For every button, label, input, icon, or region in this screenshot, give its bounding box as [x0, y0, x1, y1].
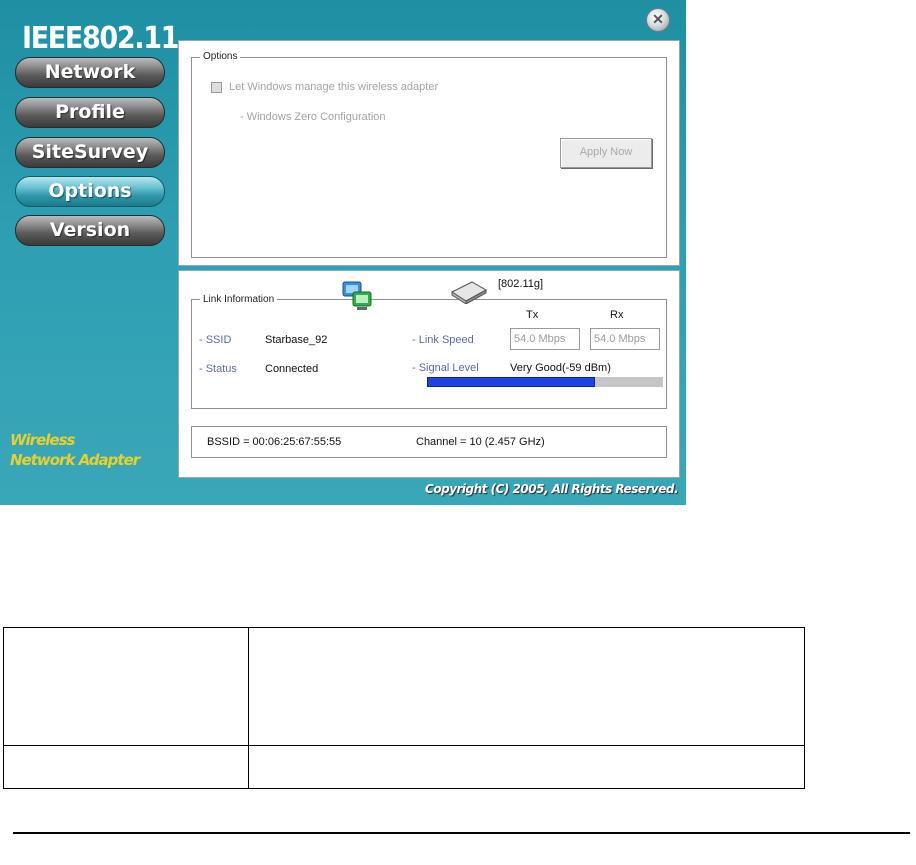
nav-network-button[interactable]: Network — [15, 57, 165, 88]
brand-subtitle-line2: Network Adapter — [10, 451, 140, 469]
network-computers-icon — [340, 278, 374, 312]
close-icon: ✕ — [652, 11, 664, 27]
table-cell — [3, 627, 249, 746]
rx-label: Rx — [610, 309, 624, 321]
copyright-text: Copyright (C) 2005, All Rights Reserved. — [425, 482, 678, 496]
bssid-bar: BSSID = 00:06:25:67:55:55 Channel = 10 (… — [191, 426, 667, 458]
options-panel: Options Let Windows manage this wireless… — [178, 40, 680, 266]
ssid-value: Starbase_92 — [265, 334, 328, 346]
table-cell — [3, 745, 249, 789]
nav-sitesurvey-button[interactable]: SiteSurvey — [15, 137, 165, 168]
ssid-label: - SSID — [199, 334, 232, 346]
wzc-label: - Windows Zero Configuration — [240, 111, 386, 123]
manage-adapter-checkbox[interactable] — [211, 82, 222, 93]
status-value: Connected — [265, 363, 319, 375]
signal-level-bar — [427, 377, 663, 387]
mode-label: [802.11g] — [498, 278, 544, 290]
nav-profile-button[interactable]: Profile — [15, 97, 165, 128]
wireless-utility-window: IEEE802.11 ✕ Network Profile SiteSurvey … — [0, 0, 686, 505]
page-rule — [13, 832, 910, 834]
signal-level-bar-fill — [427, 377, 595, 387]
wireless-adapter-icon — [450, 280, 488, 305]
signal-level-value: Very Good(-59 dBm) — [510, 362, 611, 374]
nav-options-button[interactable]: Options — [15, 176, 165, 207]
bssid-value: BSSID = 00:06:25:67:55:55 — [207, 436, 342, 448]
brand-title: IEEE802.11 — [22, 21, 179, 56]
close-button[interactable]: ✕ — [646, 8, 670, 32]
table-row — [3, 745, 805, 789]
description-table — [3, 627, 805, 789]
brand-subtitle-line1: Wireless — [10, 431, 75, 449]
channel-value: Channel = 10 (2.457 GHz) — [416, 436, 545, 448]
table-cell — [248, 627, 805, 746]
nav-version-button[interactable]: Version — [15, 215, 165, 246]
brand-subtitle: Wireless Network Adapter — [10, 430, 175, 470]
link-info-group: Link Information [802.11g] - SSID Starba… — [191, 278, 667, 409]
rx-speed-field: 54.0 Mbps — [590, 328, 660, 350]
tx-speed-field: 54.0 Mbps — [510, 328, 580, 350]
status-label: - Status — [199, 363, 237, 375]
manage-adapter-label: Let Windows manage this wireless adapter — [229, 81, 439, 93]
link-info-panel: Link Information [802.11g] - SSID Starba… — [178, 270, 680, 478]
link-speed-label: - Link Speed — [412, 334, 474, 346]
signal-level-label: - Signal Level — [412, 362, 479, 374]
apply-now-button[interactable]: Apply Now — [560, 138, 652, 168]
link-info-group-label: Link Information — [200, 294, 278, 306]
tx-label: Tx — [526, 309, 539, 321]
options-group-label: Options — [200, 51, 241, 63]
options-group: Options Let Windows manage this wireless… — [191, 51, 667, 258]
table-row — [3, 627, 805, 746]
table-cell — [248, 745, 805, 789]
